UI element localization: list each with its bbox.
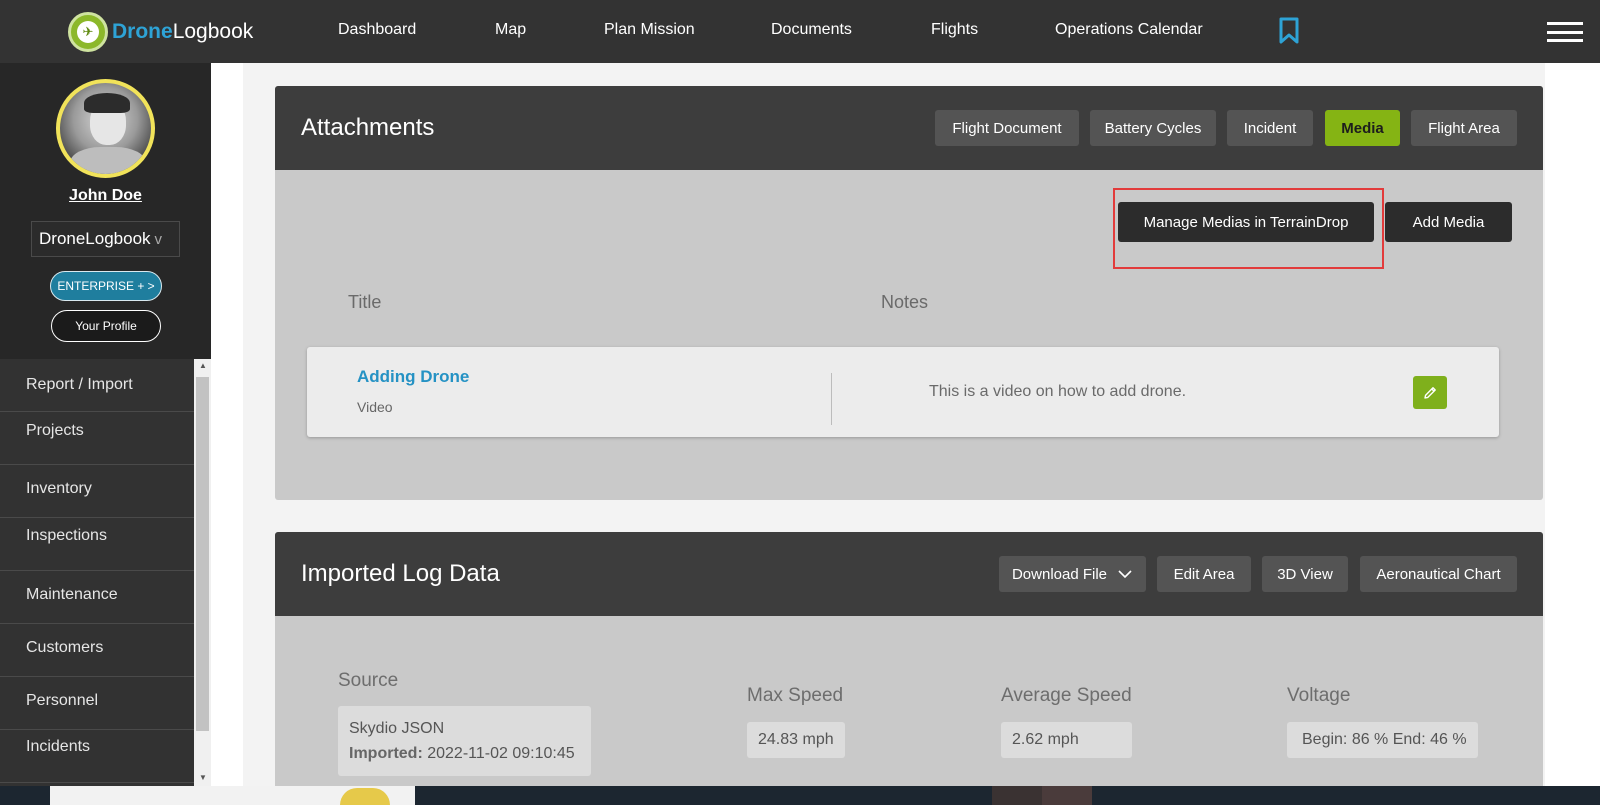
pencil-icon [1424,386,1436,399]
scroll-up-arrow-icon[interactable]: ▲ [199,361,207,370]
column-header-notes: Notes [881,292,929,312]
edit-area-button[interactable]: Edit Area [1157,556,1251,592]
imported-line: Imported: 2022-11-02 09:10:45 [349,741,580,766]
nav-map[interactable]: Map [495,21,526,39]
aeronautical-chart-button[interactable]: Aeronautical Chart [1360,556,1517,592]
sidebar-item-customers[interactable]: Customers [0,624,194,677]
average-speed-value: 2.62 mph [1001,722,1132,758]
sidebar-item-inventory[interactable]: Inventory [0,465,194,518]
organization-select[interactable]: DroneLogbook v [31,221,180,257]
media-type: Video [357,399,393,415]
sidebar-item-projects[interactable]: Projects [0,412,194,465]
nav-operations-calendar[interactable]: Operations Calendar [1055,21,1203,39]
media-notes: This is a video on how to add drone. [929,383,1187,400]
chevron-down-icon: v [154,231,163,248]
user-name[interactable]: John Doe [0,187,211,205]
media-title-link[interactable]: Adding Drone [357,367,469,387]
sidebar-item-inspections[interactable]: Inspections [0,518,194,571]
chevron-down-icon [1118,570,1132,579]
taskbar-app[interactable] [992,786,1042,805]
imported-log-data-header: Imported Log Data Download File Edit Are… [275,532,1543,616]
add-media-button[interactable]: Add Media [1385,202,1512,242]
max-speed-value: 24.83 mph [747,722,845,758]
source-value: Skydio JSON [349,720,445,737]
edit-media-button[interactable] [1413,376,1447,409]
highlight-annotation [1113,188,1384,269]
scrollbar-thumb[interactable] [196,377,209,731]
attachments-header: Attachments Flight Document Battery Cycl… [275,86,1543,170]
your-profile-button[interactable]: Your Profile [51,310,161,342]
sidebar-item-report-import[interactable]: Report / Import [0,359,194,412]
voltage-value: Begin: 86 % End: 46 % [1287,722,1478,758]
source-box: Skydio JSON Imported: 2022-11-02 09:10:4… [338,706,591,776]
sidebar-scrollbar[interactable]: ▲ ▼ [194,359,211,786]
sidebar-item-maintenance[interactable]: Maintenance [0,571,194,624]
taskbar-search-decoration [340,788,390,805]
sidebar-item-incidents[interactable]: Incidents [0,730,194,783]
logo-text: DroneLogbook [112,20,254,43]
sidebar-menu: Report / Import Projects Inventory Inspe… [0,359,194,786]
imported-log-data-title: Imported Log Data [301,560,500,587]
tab-flight-area[interactable]: Flight Area [1411,110,1517,146]
attachments-title: Attachments [301,114,435,141]
column-header-title: Title [348,292,382,312]
download-file-dropdown[interactable]: Download File [999,556,1146,592]
media-row: Adding Drone Video This is a video on ho… [307,347,1499,437]
imported-value: 2022-11-02 09:10:45 [427,745,575,762]
logo-icon: ✈ [68,12,108,52]
max-speed-label: Max Speed [747,685,844,706]
nav-flights[interactable]: Flights [931,21,978,39]
imported-label: Imported: [349,745,423,762]
app-logo[interactable]: ✈ DroneLogbook [68,12,253,52]
top-navigation-bar: ✈ DroneLogbook Dashboard Map Plan Missio… [0,0,1600,63]
nav-documents[interactable]: Documents [771,21,852,39]
scroll-down-arrow-icon[interactable]: ▼ [199,773,207,782]
organization-label: DroneLogbook [39,229,151,248]
nav-dashboard[interactable]: Dashboard [338,21,416,39]
source-label: Source [338,670,399,691]
download-file-label: Download File [1011,565,1108,583]
tab-media[interactable]: Media [1325,110,1400,146]
tab-battery-cycles[interactable]: Battery Cycles [1090,110,1216,146]
tab-flight-document[interactable]: Flight Document [935,110,1079,146]
avatar[interactable] [56,79,155,178]
bookmark-icon[interactable] [1278,17,1300,45]
taskbar-app[interactable] [1042,786,1092,805]
os-taskbar [0,786,1600,805]
row-divider [831,373,832,425]
menu-icon[interactable] [1547,22,1583,42]
average-speed-label: Average Speed [1001,685,1132,706]
voltage-label: Voltage [1287,685,1351,706]
tab-incident[interactable]: Incident [1227,110,1313,146]
3d-view-button[interactable]: 3D View [1262,556,1348,592]
nav-plan-mission[interactable]: Plan Mission [604,21,695,39]
enterprise-plan-button[interactable]: ENTERPRISE + > [50,271,162,301]
sidebar-item-personnel[interactable]: Personnel [0,677,194,730]
